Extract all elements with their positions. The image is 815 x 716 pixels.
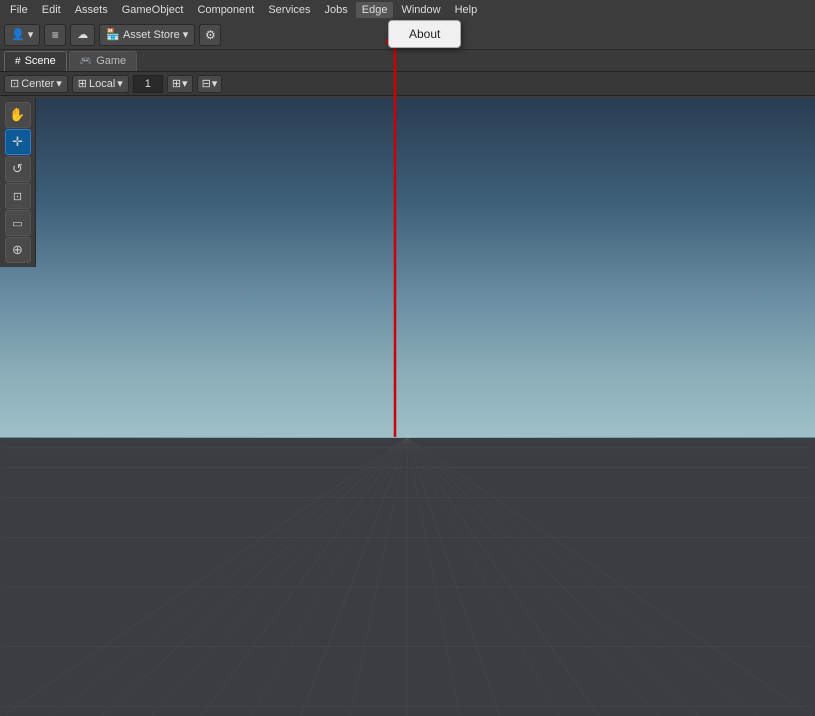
rotate-tool-button[interactable]: ↺ xyxy=(5,156,31,182)
about-label: About xyxy=(409,27,440,41)
move-tool-button[interactable]: ✛ xyxy=(5,129,31,155)
menu-help[interactable]: Help xyxy=(449,2,484,18)
asset-store-button[interactable]: 🏪 Asset Store ▾ xyxy=(99,24,195,46)
rotate-icon: ↺ xyxy=(12,161,23,177)
account-button[interactable]: 👤 ▾ xyxy=(4,24,40,46)
scale-tool-button[interactable]: ⊡ xyxy=(5,183,31,209)
move-icon: ✛ xyxy=(12,134,23,150)
about-dropdown[interactable]: About xyxy=(388,20,461,48)
grid-lines xyxy=(0,438,815,716)
pivot-icon: ⊡ xyxy=(10,77,19,90)
menu-component[interactable]: Component xyxy=(191,2,260,18)
menu-bar: File Edit Assets GameObject Component Se… xyxy=(0,0,815,20)
pivot-button[interactable]: ⊡ Center ▾ xyxy=(4,75,68,93)
cloud-button[interactable]: ☁ xyxy=(70,24,95,46)
tool-sidebar: ✋ ✛ ↺ ⊡ ▭ ⊕ xyxy=(0,98,36,267)
snap-dropdown-icon: ▾ xyxy=(212,77,218,90)
snap-icon: ⊟ xyxy=(202,77,211,90)
transform-tool-button[interactable]: ⊕ xyxy=(5,237,31,263)
layers-icon: ≡ xyxy=(52,28,59,42)
transform-icon: ⊕ xyxy=(12,242,23,258)
asset-store-label: Asset Store xyxy=(123,29,180,41)
snap-toggle-button[interactable]: ⊟ ▾ xyxy=(197,75,223,93)
grid-icon: ⊞ xyxy=(172,77,181,90)
number-field[interactable] xyxy=(133,75,163,93)
scene-view[interactable] xyxy=(0,98,815,716)
rect-tool-button[interactable]: ▭ xyxy=(5,210,31,236)
space-button[interactable]: ⊞ Local ▾ xyxy=(72,75,129,93)
hand-tool-button[interactable]: ✋ xyxy=(5,102,31,128)
menu-gameobject[interactable]: GameObject xyxy=(116,2,190,18)
sky-background xyxy=(0,98,815,438)
scale-icon: ⊡ xyxy=(13,190,22,203)
layers-button[interactable]: ≡ xyxy=(44,24,66,46)
settings-icon: ⚙ xyxy=(205,28,216,42)
asset-store-dropdown-icon: ▾ xyxy=(183,28,189,41)
menu-edge[interactable]: Edge xyxy=(356,2,394,18)
space-icon: ⊞ xyxy=(78,77,87,90)
tab-scene[interactable]: # Scene xyxy=(4,51,67,71)
scene-tab-label: Scene xyxy=(25,55,56,67)
grid-toggle-button[interactable]: ⊞ ▾ xyxy=(167,75,193,93)
menu-jobs[interactable]: Jobs xyxy=(319,2,354,18)
menu-window[interactable]: Window xyxy=(395,2,446,18)
menu-services[interactable]: Services xyxy=(262,2,316,18)
menu-edit[interactable]: Edit xyxy=(36,2,67,18)
ground-plane xyxy=(0,438,815,716)
menu-assets[interactable]: Assets xyxy=(69,2,114,18)
space-dropdown-icon: ▾ xyxy=(117,77,123,90)
asset-store-icon: 🏪 xyxy=(106,28,120,41)
settings-button[interactable]: ⚙ xyxy=(199,24,221,46)
hand-icon: ✋ xyxy=(9,107,25,123)
account-icon: 👤 xyxy=(11,28,25,41)
pivot-label: Center xyxy=(21,78,54,90)
tool-options-bar: ⊡ Center ▾ ⊞ Local ▾ ⊞ ▾ ⊟ ▾ xyxy=(0,72,815,96)
grid-dropdown-icon: ▾ xyxy=(182,77,188,90)
cloud-icon: ☁ xyxy=(77,28,88,41)
scene-tab-icon: # xyxy=(15,56,21,67)
account-dropdown-icon: ▾ xyxy=(28,28,34,41)
tab-game[interactable]: 🎮 Game xyxy=(69,51,137,71)
rect-icon: ▭ xyxy=(12,217,22,230)
menu-file[interactable]: File xyxy=(4,2,34,18)
game-tab-label: Game xyxy=(96,55,126,67)
tab-bar: # Scene 🎮 Game xyxy=(0,50,815,72)
pivot-dropdown-icon: ▾ xyxy=(56,77,62,90)
space-label: Local xyxy=(89,78,115,90)
game-tab-icon: 🎮 xyxy=(80,56,92,67)
